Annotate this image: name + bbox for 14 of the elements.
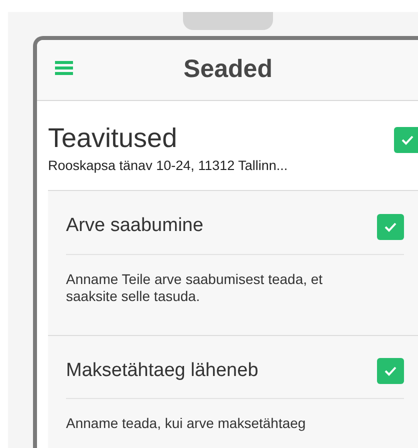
checkbox[interactable] — [394, 127, 418, 153]
screen-title: Seaded — [184, 54, 274, 86]
checkbox[interactable] — [377, 358, 404, 384]
notification-title: Arve saabumine — [66, 214, 204, 238]
checkbox[interactable] — [377, 214, 404, 240]
notification-description: Anname Teile arve saabumisest teada, et saaksite selle tasuda. — [66, 270, 324, 306]
check-icon — [401, 135, 414, 145]
section-title: Teavitused — [48, 122, 178, 154]
notification-description: Anname teada, kui arve maksetähtaeg — [66, 414, 307, 434]
check-icon — [384, 222, 397, 232]
notification-title: Maksetähtaeg läheneb — [66, 358, 258, 383]
check-icon — [384, 366, 397, 376]
menu-icon[interactable] — [55, 61, 73, 75]
address-text: Rooskapsa tänav 10-24, 11312 Tallinn... — [48, 157, 288, 175]
